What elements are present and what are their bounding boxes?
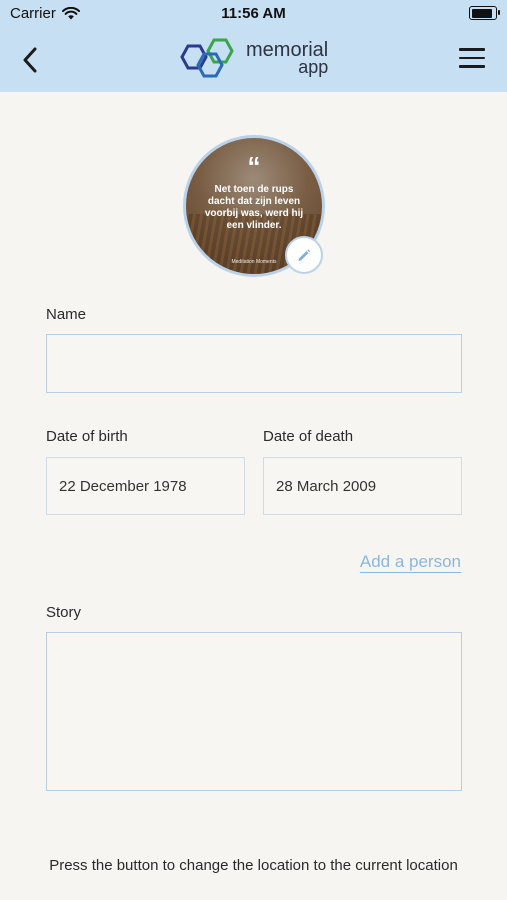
name-label: Name xyxy=(46,306,87,323)
name-field[interactable] xyxy=(46,334,462,393)
story-label: Story xyxy=(46,604,82,621)
battery-icon xyxy=(469,6,500,20)
back-button[interactable] xyxy=(14,42,46,78)
profile-photo[interactable]: “ Net toen de rups dacht dat zijn leven … xyxy=(183,135,325,277)
logo-hexagons-icon xyxy=(180,38,234,78)
story-textarea[interactable] xyxy=(46,632,462,791)
photo-credit: Meditation Moments xyxy=(231,259,277,265)
logo-line-2: app xyxy=(298,57,329,77)
status-bar: Carrier 11:56 AM xyxy=(0,0,507,28)
date-of-birth-label: Date of birth xyxy=(46,428,128,445)
pencil-icon xyxy=(298,249,311,261)
clock: 11:56 AM xyxy=(221,5,286,22)
navigation-bar: memorial app xyxy=(0,28,507,92)
memorial-app-logo: memorial app xyxy=(180,36,328,82)
date-of-death-field[interactable]: 28 March 2009 xyxy=(263,457,462,515)
logo-wordmark: memorial app xyxy=(246,40,329,77)
edit-photo-button[interactable] xyxy=(285,236,323,274)
chevron-left-icon xyxy=(23,47,37,73)
hamburger-menu-icon xyxy=(459,48,485,68)
menu-button[interactable] xyxy=(459,48,485,70)
date-of-birth-field[interactable]: 22 December 1978 xyxy=(46,457,245,515)
add-person-link[interactable]: Add a person xyxy=(360,552,461,572)
quote-mark: “ xyxy=(247,151,261,181)
date-of-death-label: Date of death xyxy=(263,428,354,445)
location-instruction: Press the button to change the location … xyxy=(49,857,458,874)
photo-quote: Net toen de rups dacht dat zijn leven vo… xyxy=(204,184,304,231)
